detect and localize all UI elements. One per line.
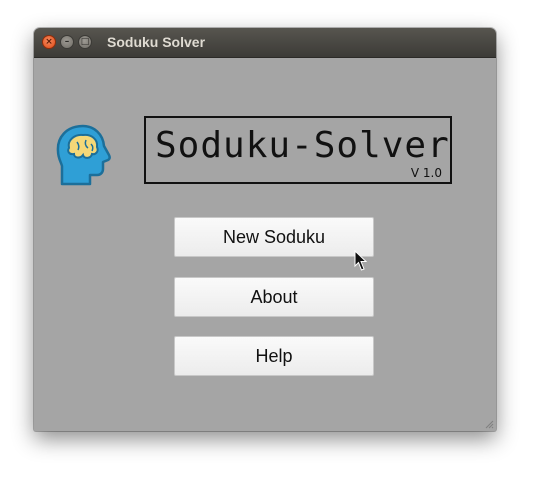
- window-title: Soduku Solver: [107, 34, 206, 50]
- app-heading: Soduku-Solver: [155, 125, 450, 166]
- maximize-window-button[interactable]: □: [78, 35, 92, 49]
- close-window-button[interactable]: ×: [42, 35, 56, 49]
- maximize-icon: □: [80, 36, 90, 47]
- help-button[interactable]: Help: [174, 336, 374, 376]
- new-soduku-button[interactable]: New Soduku: [174, 217, 374, 257]
- minimize-icon: –: [64, 36, 70, 47]
- mouse-cursor-icon: [354, 250, 368, 271]
- version-label: V 1.0: [410, 166, 442, 180]
- app-title-box: Soduku-Solver V 1.0: [144, 116, 452, 184]
- resize-grip-icon[interactable]: [484, 419, 494, 429]
- head-brain-icon: [56, 124, 111, 186]
- app-window: × – □ Soduku Solver Soduku-Solver V 1.0 …: [34, 28, 496, 431]
- minimize-window-button[interactable]: –: [60, 35, 74, 49]
- about-button[interactable]: About: [174, 277, 374, 317]
- close-icon: ×: [45, 36, 53, 47]
- main-content: Soduku-Solver V 1.0 New Soduku About Hel…: [34, 58, 496, 431]
- title-bar[interactable]: × – □ Soduku Solver: [34, 28, 496, 58]
